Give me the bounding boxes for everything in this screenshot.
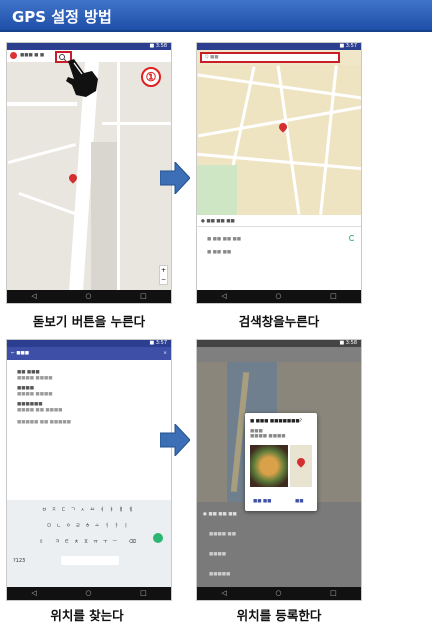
search-result-list[interactable]: ■■ ■■■ ■■■■ ■■■■ ■■■■ ■■■■ ■■■■ ■■■■■■ ■… <box>7 360 171 470</box>
app-logo-icon <box>10 52 17 59</box>
map-pin-icon <box>279 123 287 134</box>
arrow-right-icon <box>160 162 190 194</box>
map-pin-icon <box>297 458 305 469</box>
nav-bar: ◁ ○ □ <box>7 290 171 303</box>
step-2-caption: 검색창을누른다 <box>238 314 320 329</box>
confirm-button[interactable]: ■■ <box>295 499 304 504</box>
nav-bar: ◁ ○ □ <box>197 290 361 303</box>
status-bar: ■ 3:57 <box>7 340 171 347</box>
header-banner: GPS 설정 방법 <box>0 0 432 32</box>
screenshot-step-1: ■ 3:58 ■■■ ■ ■ ① + − ◁ ○ □ <box>6 42 172 304</box>
screenshot-step-4: ■ 3:58 ④ ● ■■ ■■ ■■ ■■■■ ■■ ■■■■ ■■■■■ ■… <box>196 339 362 601</box>
space-key[interactable] <box>61 556 119 565</box>
food-photo <box>250 445 288 487</box>
nav-bar: ◁ ○ □ <box>7 587 171 600</box>
map-pin-icon <box>69 174 77 185</box>
zoom-controls[interactable]: + − <box>159 265 168 285</box>
hand-pointer-icon <box>66 59 98 97</box>
step-number-1: ① <box>141 67 161 87</box>
search-input[interactable]: Q ■■ <box>200 52 340 63</box>
step-4-caption: 위치를 등록한다 <box>236 608 322 623</box>
place-info-card: ● ■■ ■■ ■■ ■ ■■ ■■ ■■ ■ ■■ ■■ <box>197 215 361 292</box>
map-area <box>197 65 361 215</box>
screenshot-step-3: ■ 3:57 ← ■■■ × ③ ■■ ■■■ ■■■■ ■■■■ ■■■■ ■… <box>6 339 172 601</box>
page-title: GPS 설정 방법 <box>12 8 112 26</box>
step-3-caption: 위치를 찾는다 <box>50 608 124 623</box>
nav-bar: ◁ ○ □ <box>197 587 361 600</box>
cancel-button[interactable]: ■■ ■■ <box>253 499 271 504</box>
status-bar: ■ 3:58 <box>197 340 361 347</box>
screenshot-step-2: ■ 3:57 Q ■■ ② ● ■■ ■■ ■■ ■ ■■ ■■ ■■ ■ ■■… <box>196 42 362 304</box>
status-bar: ■ 3:57 <box>197 43 361 50</box>
step-1-caption: 돋보기 버튼을 누른다 <box>32 314 146 329</box>
keyboard[interactable]: ㅂㅈㄷㄱㅅㅛㅕㅑㅐㅔ ㅁㄴㅇㄹㅎㅗㅓㅏㅣ ⇧ ㅋㅌㅊㅍㅠㅜㅡ ⌫ ?123 <box>7 500 171 589</box>
search-top-bar: ← ■■■ × <box>7 347 171 360</box>
status-bar: ■ 3:58 <box>7 43 171 50</box>
place-list: ● ■■ ■■ ■■ ■■■■ ■■ ■■■■ ■■■■■ <box>197 502 361 589</box>
register-location-dialog: ■ ■■■ ■■■■■■■? ■■■ ■■■■ ■■■■ ■■ ■■ ■■ <box>245 413 317 511</box>
arrow-right-icon <box>160 424 190 456</box>
enter-key[interactable] <box>153 533 163 543</box>
